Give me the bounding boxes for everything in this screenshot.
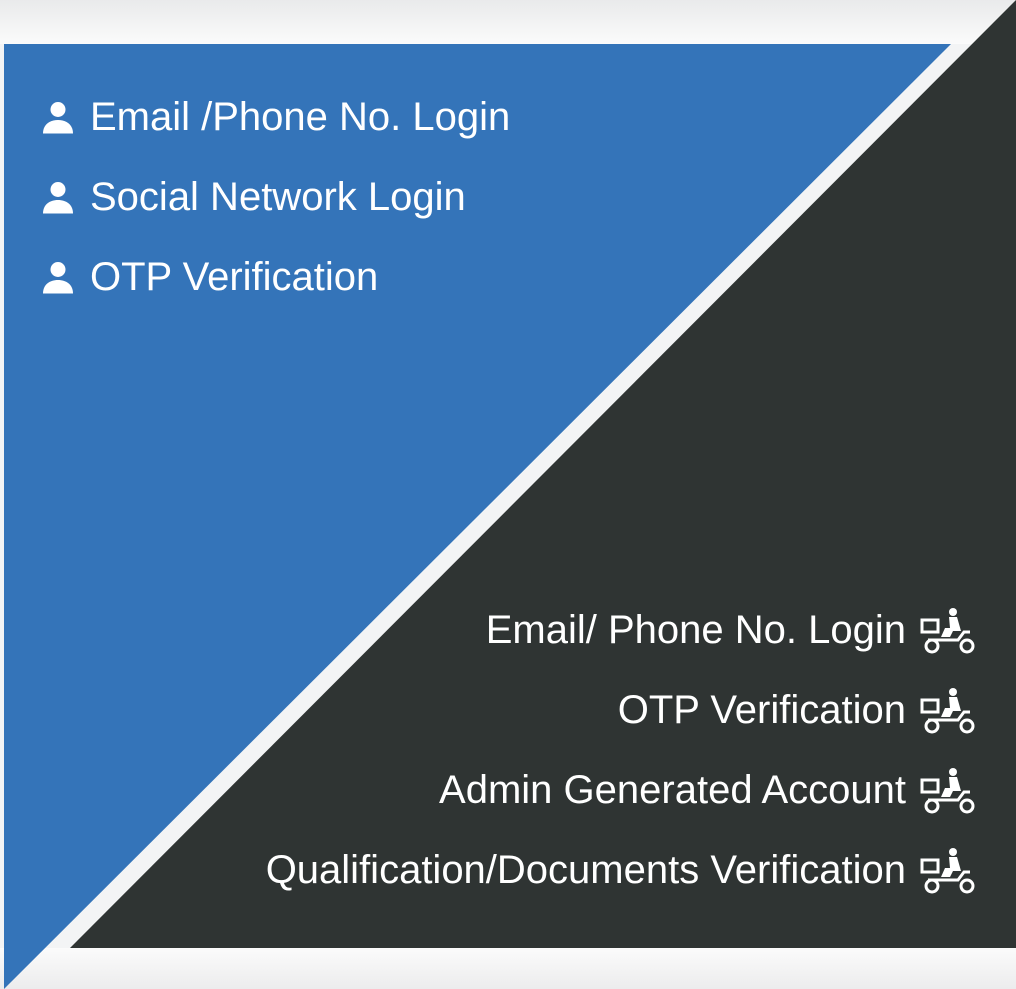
driver-feature-label: Qualification/Documents Verification <box>265 847 906 892</box>
user-feature-item: OTP Verification <box>40 237 510 317</box>
user-icon <box>40 259 76 295</box>
user-icon <box>40 99 76 135</box>
delivery-scooter-icon <box>920 686 976 734</box>
user-icon <box>40 179 76 215</box>
driver-feature-label: OTP Verification <box>617 687 906 732</box>
driver-feature-item: Admin Generated Account <box>266 750 976 830</box>
user-feature-label: Social Network Login <box>90 174 466 219</box>
user-feature-item: Social Network Login <box>40 157 510 237</box>
delivery-scooter-icon <box>920 846 976 894</box>
driver-feature-label: Email/ Phone No. Login <box>485 607 906 652</box>
user-feature-label: OTP Verification <box>90 254 379 299</box>
driver-feature-list: Email/ Phone No. Login OTP Verification … <box>266 590 976 910</box>
driver-feature-item: Qualification/Documents Verification <box>266 830 976 910</box>
driver-feature-label: Admin Generated Account <box>439 767 906 812</box>
driver-feature-item: Email/ Phone No. Login <box>266 590 976 670</box>
delivery-scooter-icon <box>920 606 976 654</box>
user-feature-list: Email /Phone No. Login Social Network Lo… <box>40 77 510 317</box>
user-feature-label: Email /Phone No. Login <box>90 94 511 139</box>
delivery-scooter-icon <box>920 766 976 814</box>
driver-feature-item: OTP Verification <box>266 670 976 750</box>
user-feature-item: Email /Phone No. Login <box>40 77 510 157</box>
